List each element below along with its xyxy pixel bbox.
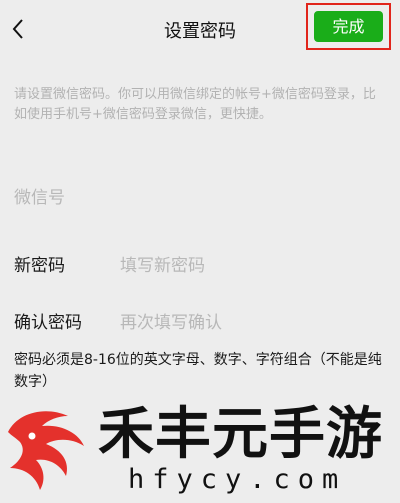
new-password-input[interactable]: 填写新密码 bbox=[120, 251, 205, 276]
wechat-id-label: 微信号 bbox=[14, 188, 65, 208]
hint-text: 请设置微信密码。你可以用微信绑定的帐号+微信密码登录，比如使用手机号+微信密码登… bbox=[14, 87, 376, 122]
logo-icon bbox=[8, 411, 84, 490]
watermark-name: 禾丰元手游 bbox=[98, 401, 383, 467]
confirm-password-row: 确认密码 再次填写确认 bbox=[14, 302, 386, 338]
new-password-row: 新密码 填写新密码 bbox=[14, 245, 386, 281]
header-bar: 设置密码 完成 bbox=[0, 0, 400, 58]
confirm-password-input[interactable]: 再次填写确认 bbox=[120, 308, 222, 333]
watermark: 禾丰元手游 hfycy.com bbox=[0, 392, 400, 503]
password-rule-text: 密码必须是8-16位的英文字母、数字、字符组合（不能是纯数字） bbox=[14, 352, 382, 390]
confirm-password-label: 确认密码 bbox=[14, 313, 82, 333]
watermark-domain: hfycy.com bbox=[128, 464, 347, 495]
done-button-highlight: 完成 bbox=[306, 3, 391, 50]
wechat-id-row[interactable]: 微信号 bbox=[14, 177, 386, 213]
new-password-label: 新密码 bbox=[14, 256, 65, 276]
done-button[interactable]: 完成 bbox=[314, 11, 383, 42]
